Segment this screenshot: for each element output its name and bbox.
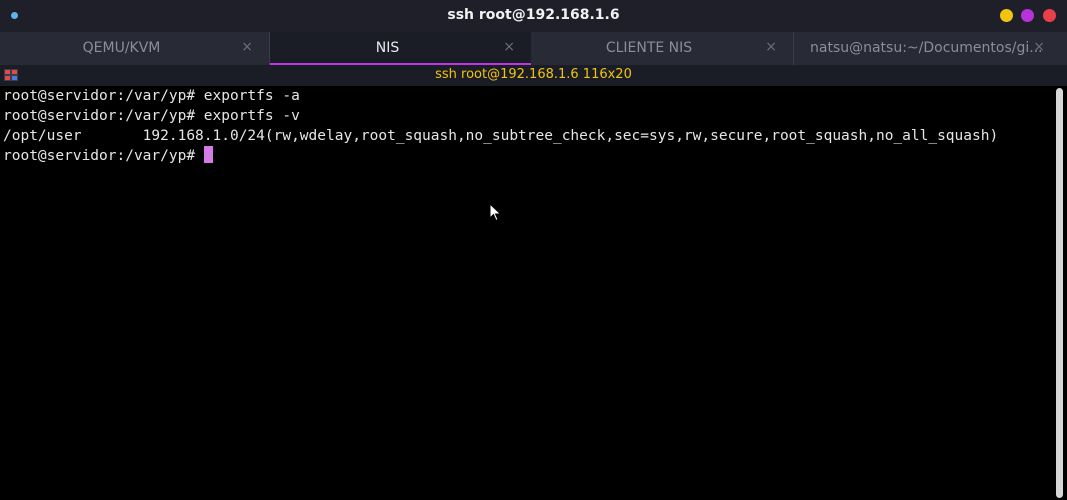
tab-label: NIS	[375, 40, 400, 56]
minimize-button[interactable]	[1000, 9, 1013, 22]
session-title: ssh root@192.168.1.6 116x20	[435, 67, 632, 82]
tab-qemu-kvm[interactable]: QEMU/KVM ×	[0, 32, 270, 65]
maximize-button[interactable]	[1021, 9, 1034, 22]
terminal-prompt-line: root@servidor:/var/yp#	[3, 146, 214, 166]
vertical-scrollbar[interactable]	[1056, 88, 1063, 498]
terminal-line: root@servidor:/var/yp# exportfs -v	[3, 108, 300, 124]
tab-label: natsu@natsu:~/Documentos/gi...	[810, 40, 1041, 56]
mouse-pointer-icon	[489, 203, 502, 222]
tab-nis[interactable]: NIS ×	[270, 32, 531, 65]
terminal-line: /opt/user 192.168.1.0/24(rw,wdelay,root_…	[3, 128, 999, 144]
tab-natsu-documentos[interactable]: natsu@natsu:~/Documentos/gi... ×	[794, 32, 1067, 65]
close-window-button[interactable]	[1043, 9, 1056, 22]
session-info-bar: ssh root@192.168.1.6 116x20	[0, 65, 1067, 86]
close-icon[interactable]: ×	[503, 39, 515, 55]
tab-label: CLIENTE NIS	[605, 40, 693, 56]
window-title: ssh root@192.168.1.6	[447, 7, 620, 23]
terminal-line: root@servidor:/var/yp# exportfs -a	[3, 88, 300, 104]
window-titlebar: ssh root@192.168.1.6	[0, 0, 1067, 32]
tab-label: QEMU/KVM	[82, 40, 161, 56]
close-icon[interactable]: ×	[241, 39, 253, 55]
prompt-text: root@servidor:/var/yp#	[3, 148, 196, 164]
text-cursor	[204, 146, 214, 163]
tab-bar: QEMU/KVM × NIS × CLIENTE NIS × natsu@nat…	[0, 32, 1067, 65]
close-icon[interactable]: ×	[765, 39, 777, 55]
close-icon[interactable]: ×	[1033, 39, 1045, 55]
tab-cliente-nis[interactable]: CLIENTE NIS ×	[531, 32, 794, 65]
terminal-output[interactable]: root@servidor:/var/yp# exportfs -a root@…	[0, 86, 1053, 500]
